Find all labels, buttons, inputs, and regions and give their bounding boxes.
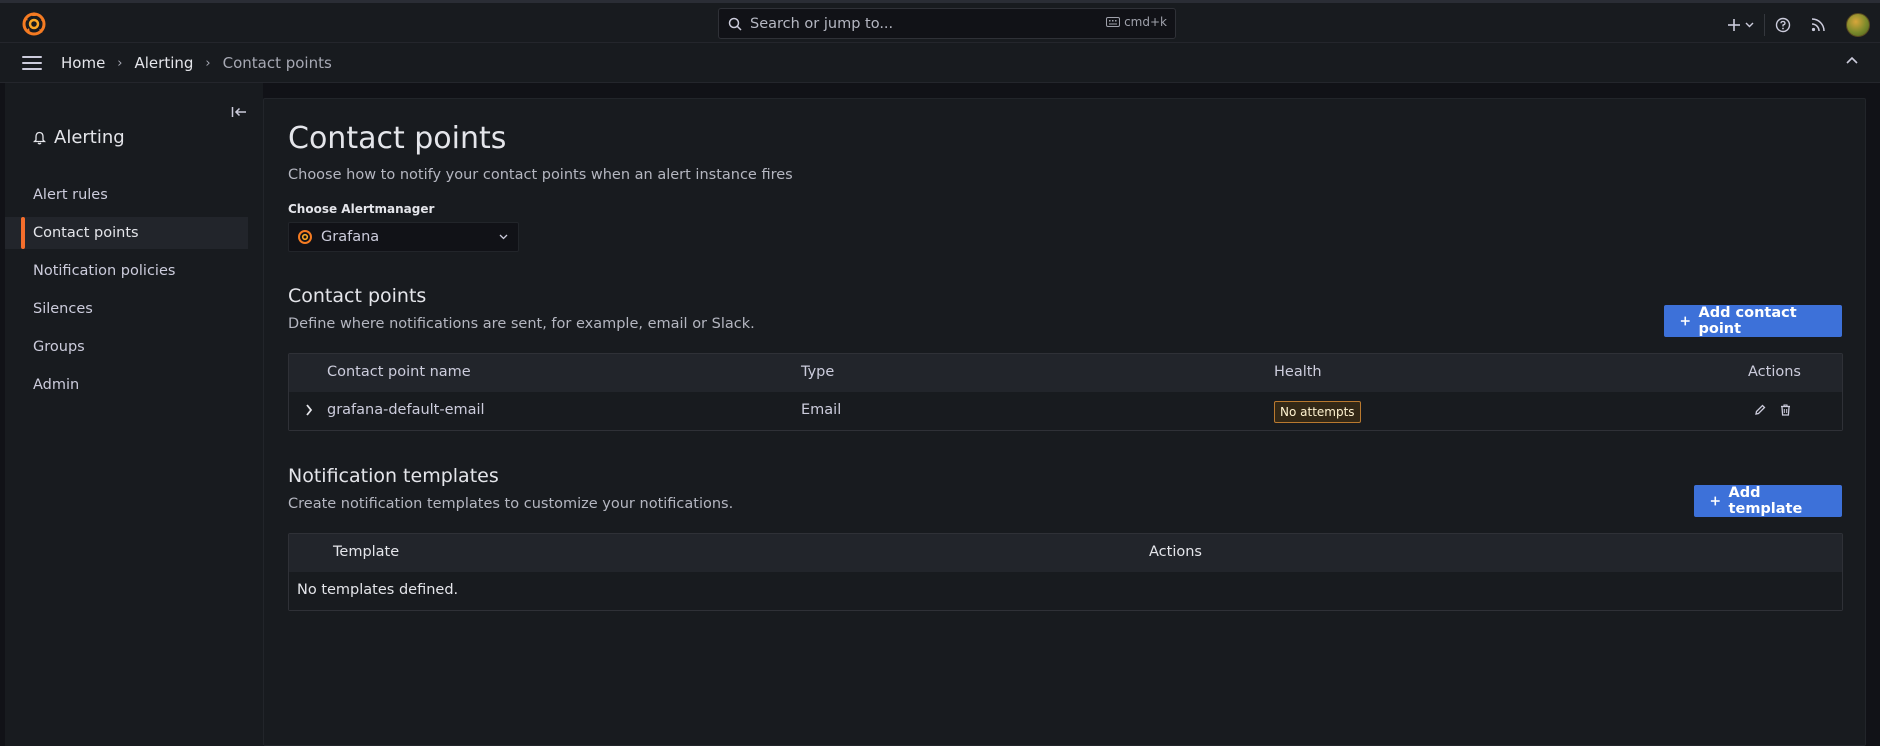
grafana-logo[interactable] bbox=[21, 11, 47, 37]
contact-points-heading: Contact points bbox=[288, 285, 427, 307]
sidebar-title-label: Alerting bbox=[54, 127, 125, 148]
column-header: Actions bbox=[1748, 364, 1801, 380]
add-contact-point-button[interactable]: Add contact point bbox=[1664, 305, 1842, 337]
add-template-label: Add template bbox=[1728, 485, 1803, 517]
section-sidebar: Alerting Alert rules Contact points Noti… bbox=[5, 83, 263, 746]
sidebar-item-admin[interactable]: Admin bbox=[5, 369, 248, 401]
alertmanager-label: Choose Alertmanager bbox=[288, 202, 435, 216]
column-header: Template bbox=[333, 544, 400, 560]
breadcrumb-bar: Home › Alerting › Contact points bbox=[0, 43, 1880, 83]
health-badge: No attempts bbox=[1274, 401, 1361, 423]
breadcrumb-alerting[interactable]: Alerting bbox=[135, 54, 194, 72]
keyboard-icon bbox=[1106, 17, 1121, 27]
table-row: grafana-default-email Email No attempts bbox=[289, 392, 1842, 430]
bell-icon bbox=[33, 131, 46, 144]
trash-icon[interactable] bbox=[1780, 404, 1791, 416]
sidebar-item-silences[interactable]: Silences bbox=[5, 293, 248, 325]
alertmanager-select[interactable]: Grafana bbox=[288, 222, 519, 252]
column-header: Type bbox=[801, 364, 835, 380]
sidebar-item-label: Alert rules bbox=[33, 187, 108, 203]
sidebar-item-label: Groups bbox=[33, 339, 85, 355]
expand-row-icon[interactable] bbox=[305, 404, 313, 416]
page-title: Contact points bbox=[288, 121, 507, 156]
sidebar-item-alert-rules[interactable]: Alert rules bbox=[5, 179, 248, 211]
rss-icon bbox=[1811, 18, 1825, 32]
shortcut-label: cmd+k bbox=[1124, 15, 1167, 29]
add-template-button[interactable]: Add template bbox=[1694, 485, 1842, 517]
help-icon bbox=[1775, 17, 1791, 32]
sidebar-item-notification-policies[interactable]: Notification policies bbox=[5, 255, 248, 287]
sidebar-nav: Alert rules Contact points Notification … bbox=[5, 179, 248, 407]
top-bar-actions bbox=[1727, 3, 1880, 46]
chevron-down-icon bbox=[499, 234, 508, 240]
plus-icon bbox=[1680, 316, 1690, 326]
breadcrumb: Home › Alerting › Contact points bbox=[61, 54, 332, 72]
collapse-sidebar-icon[interactable] bbox=[231, 106, 247, 118]
chevron-up-icon[interactable] bbox=[1846, 56, 1858, 64]
menu-toggle-icon[interactable] bbox=[22, 56, 42, 70]
column-header: Actions bbox=[1149, 544, 1202, 560]
templates-heading: Notification templates bbox=[288, 465, 499, 487]
user-avatar[interactable] bbox=[1846, 12, 1870, 37]
sidebar-item-label: Silences bbox=[33, 301, 93, 317]
grafana-logo-icon bbox=[298, 230, 312, 244]
search-bar[interactable]: Search or jump to... cmd+k bbox=[718, 8, 1176, 39]
sidebar-item-groups[interactable]: Groups bbox=[5, 331, 248, 363]
keyboard-shortcut: cmd+k bbox=[1106, 15, 1167, 29]
help-button[interactable] bbox=[1775, 17, 1791, 33]
main-content: Contact points Choose how to notify your… bbox=[263, 98, 1866, 746]
page-subtitle: Choose how to notify your contact points… bbox=[288, 167, 793, 183]
templates-description: Create notification templates to customi… bbox=[288, 496, 734, 512]
sidebar-item-label: Notification policies bbox=[33, 263, 176, 279]
contact-points-description: Define where notifications are sent, for… bbox=[288, 316, 755, 332]
contact-point-name: grafana-default-email bbox=[327, 402, 485, 418]
edit-pencil-icon[interactable] bbox=[1754, 404, 1766, 416]
new-menu-button[interactable] bbox=[1727, 18, 1754, 32]
plus-icon bbox=[1710, 496, 1720, 506]
sidebar-item-label: Admin bbox=[33, 377, 80, 393]
top-bar: Search or jump to... cmd+k bbox=[0, 0, 1880, 43]
sidebar-item-label: Contact points bbox=[33, 225, 139, 241]
toolbar-divider bbox=[1764, 13, 1765, 36]
add-contact-point-label: Add contact point bbox=[1698, 305, 1797, 337]
breadcrumb-home[interactable]: Home bbox=[61, 54, 105, 72]
table-header: Template Actions bbox=[289, 534, 1842, 572]
alertmanager-value: Grafana bbox=[321, 229, 380, 245]
empty-state-text: No templates defined. bbox=[297, 582, 459, 598]
breadcrumb-separator: › bbox=[117, 55, 123, 71]
sidebar-title: Alerting bbox=[33, 127, 125, 148]
contact-points-table: Contact point name Type Health Actions g… bbox=[288, 353, 1843, 431]
search-placeholder: Search or jump to... bbox=[750, 15, 894, 32]
chevron-down-icon bbox=[1745, 22, 1754, 27]
column-header: Health bbox=[1274, 364, 1322, 380]
templates-table: Template Actions No templates defined. bbox=[288, 533, 1843, 611]
sidebar-item-contact-points[interactable]: Contact points bbox=[5, 217, 248, 249]
contact-point-type: Email bbox=[801, 402, 842, 418]
plus-icon bbox=[1728, 18, 1740, 31]
column-header: Contact point name bbox=[327, 364, 471, 380]
table-row: No templates defined. bbox=[289, 572, 1842, 610]
breadcrumb-separator: › bbox=[205, 55, 211, 71]
news-button[interactable] bbox=[1811, 17, 1826, 32]
table-header: Contact point name Type Health Actions bbox=[289, 354, 1842, 392]
search-icon bbox=[728, 17, 742, 31]
breadcrumb-current: Contact points bbox=[222, 54, 332, 72]
